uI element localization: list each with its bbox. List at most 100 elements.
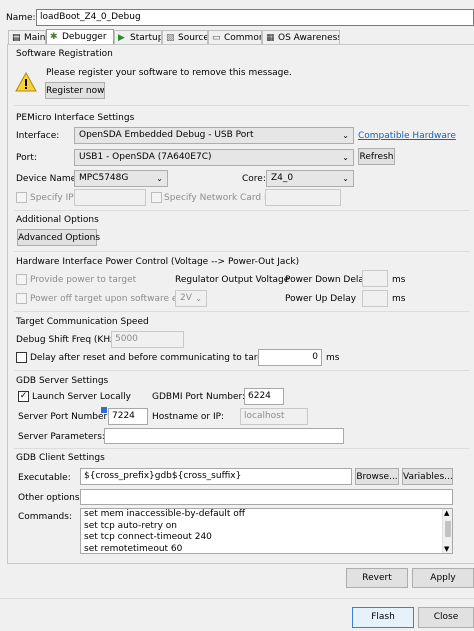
registration-divider bbox=[14, 105, 469, 106]
executable-field[interactable]: ${cross_prefix}gdb${cross_suffix} bbox=[80, 468, 352, 485]
pemicro-settings-title: PEMicro Interface Settings bbox=[16, 113, 135, 123]
interface-select[interactable]: OpenSDA Embedded Debug - USB Port ⌄ bbox=[74, 127, 354, 144]
scroll-up-icon[interactable]: ▲ bbox=[444, 509, 449, 517]
tab-startup-label: Startup bbox=[130, 33, 162, 43]
debug-shift-field[interactable]: 5000 bbox=[111, 331, 184, 348]
device-name-select[interactable]: MPC5748G ⌄ bbox=[74, 170, 168, 187]
debug-shift-label: Debug Shift Freq (KHz) bbox=[16, 335, 119, 345]
hostname-field[interactable]: localhost bbox=[240, 408, 308, 425]
os-awareness-tab-icon: ▦ bbox=[266, 33, 275, 43]
interface-select-value: OpenSDA Embedded Debug - USB Port bbox=[79, 130, 254, 140]
device-name-select-value: MPC5748G bbox=[79, 173, 129, 183]
voltage-select[interactable]: 2V ⌄ bbox=[175, 290, 207, 307]
source-tab-icon: ▧ bbox=[166, 33, 175, 43]
power-off-checkbox[interactable] bbox=[16, 293, 27, 304]
name-field[interactable]: loadBoot_Z4_0_Debug bbox=[36, 9, 474, 26]
specify-ip-checkbox[interactable] bbox=[16, 192, 27, 203]
server-params-field[interactable] bbox=[104, 428, 344, 444]
specify-ip-label: Specify IP bbox=[30, 193, 74, 203]
chevron-down-icon: ⌄ bbox=[342, 153, 349, 162]
specify-nic-checkbox[interactable] bbox=[151, 192, 162, 203]
scroll-down-icon[interactable]: ▼ bbox=[444, 545, 449, 553]
power-divider bbox=[14, 311, 469, 312]
tab-startup[interactable]: ▶ Startup bbox=[114, 30, 162, 45]
commands-scrollbar[interactable]: ▲ ▼ bbox=[442, 509, 452, 553]
advanced-options-button[interactable]: Advanced Options bbox=[17, 229, 100, 246]
gdbmi-port-field[interactable]: 6224 bbox=[244, 388, 284, 405]
tab-main-label: Main bbox=[24, 33, 46, 43]
power-down-delay-label: Power Down Delay bbox=[285, 275, 370, 285]
interface-label: Interface: bbox=[16, 131, 60, 141]
chevron-down-icon: ⌄ bbox=[195, 294, 202, 303]
power-down-delay-field[interactable] bbox=[362, 270, 388, 287]
tab-common[interactable]: ▭ Common bbox=[208, 30, 262, 45]
tab-os-awareness-label: OS Awareness bbox=[278, 33, 340, 43]
comm-divider bbox=[14, 370, 469, 371]
scrollbar-thumb[interactable] bbox=[445, 521, 451, 537]
revert-button[interactable]: Revert bbox=[346, 568, 408, 588]
server-port-field[interactable]: 7224 bbox=[108, 408, 148, 425]
common-tab-icon: ▭ bbox=[212, 33, 221, 43]
server-params-label: Server Parameters: bbox=[18, 432, 105, 442]
power-up-delay-field[interactable] bbox=[362, 290, 388, 307]
core-select[interactable]: Z4_0 ⌄ bbox=[266, 170, 354, 187]
close-button[interactable]: Close bbox=[418, 607, 474, 628]
info-decorator-icon bbox=[101, 407, 107, 413]
power-up-delay-label: Power Up Delay bbox=[285, 294, 357, 304]
regulator-voltage-label: Regulator Output Voltage bbox=[175, 275, 290, 285]
gdb-server-divider bbox=[14, 448, 469, 449]
gdb-client-title: GDB Client Settings bbox=[16, 453, 105, 463]
port-select-value: USB1 - OpenSDA (7A640E7C) bbox=[79, 152, 212, 162]
chevron-down-icon: ⌄ bbox=[156, 174, 163, 183]
device-name-label: Device Name: bbox=[16, 174, 80, 184]
main-tab-icon: ▤ bbox=[12, 33, 21, 43]
core-label: Core: bbox=[242, 174, 266, 184]
delay-after-reset-field[interactable]: 0 bbox=[258, 349, 322, 366]
apply-button[interactable]: Apply bbox=[412, 568, 474, 588]
tab-common-label: Common bbox=[224, 33, 262, 43]
register-now-button[interactable]: Register now bbox=[45, 82, 105, 99]
power-up-unit: ms bbox=[392, 294, 406, 304]
tab-os-awareness[interactable]: ▦ OS Awareness bbox=[262, 30, 340, 45]
commands-textarea[interactable]: set mem inaccessible-by-default off set … bbox=[80, 508, 453, 554]
browse-button[interactable]: Browse... bbox=[355, 468, 399, 485]
tab-main[interactable]: ▤ Main bbox=[8, 30, 46, 45]
registration-message: Please register your software to remove … bbox=[46, 68, 292, 78]
gdb-server-title: GDB Server Settings bbox=[16, 376, 109, 386]
variables-button[interactable]: Variables... bbox=[402, 468, 453, 485]
footer-divider bbox=[0, 598, 474, 599]
core-select-value: Z4_0 bbox=[271, 173, 294, 183]
name-label: Name: bbox=[6, 13, 36, 23]
command-line: set tcp connect-timeout 240 bbox=[84, 532, 212, 542]
specify-nic-field[interactable] bbox=[265, 189, 341, 206]
gdbmi-port-label: GDBMI Port Number: bbox=[152, 392, 246, 402]
command-line: set remotetimeout 60 bbox=[84, 543, 183, 554]
tab-source[interactable]: ▧ Source bbox=[162, 30, 208, 45]
provide-power-label: Provide power to target bbox=[30, 275, 137, 285]
additional-divider bbox=[14, 251, 469, 252]
power-off-label: Power off target upon software exit bbox=[30, 294, 189, 304]
port-select[interactable]: USB1 - OpenSDA (7A640E7C) ⌄ bbox=[74, 149, 354, 166]
refresh-button[interactable]: Refresh bbox=[358, 148, 395, 165]
voltage-select-value: 2V bbox=[180, 293, 192, 303]
command-line: set tcp auto-retry on bbox=[84, 520, 178, 531]
launch-server-checkbox[interactable]: ✓ bbox=[18, 391, 29, 402]
flash-button[interactable]: Flash bbox=[352, 607, 414, 628]
delay-after-reset-checkbox[interactable] bbox=[16, 352, 27, 363]
specify-ip-field[interactable] bbox=[74, 189, 146, 206]
warning-icon bbox=[15, 71, 37, 92]
command-line: set mem inaccessible-by-default off bbox=[84, 509, 245, 519]
software-registration-title: Software Registration bbox=[16, 49, 113, 59]
other-options-field[interactable] bbox=[80, 489, 453, 505]
server-port-label: Server Port Number: bbox=[18, 412, 111, 422]
debugger-tab-icon: ✱ bbox=[50, 32, 58, 42]
power-control-title: Hardware Interface Power Control (Voltag… bbox=[16, 257, 300, 267]
compatible-hardware-link[interactable]: Compatible Hardware bbox=[358, 130, 456, 142]
startup-tab-icon: ▶ bbox=[118, 33, 125, 43]
specify-nic-label: Specify Network Card IP bbox=[164, 193, 273, 203]
launch-server-label: Launch Server Locally bbox=[32, 392, 131, 402]
commands-label: Commands: bbox=[18, 512, 72, 522]
pemicro-divider bbox=[14, 210, 469, 211]
delay-after-reset-label: Delay after reset and before communicati… bbox=[30, 353, 288, 363]
provide-power-checkbox[interactable] bbox=[16, 274, 27, 285]
